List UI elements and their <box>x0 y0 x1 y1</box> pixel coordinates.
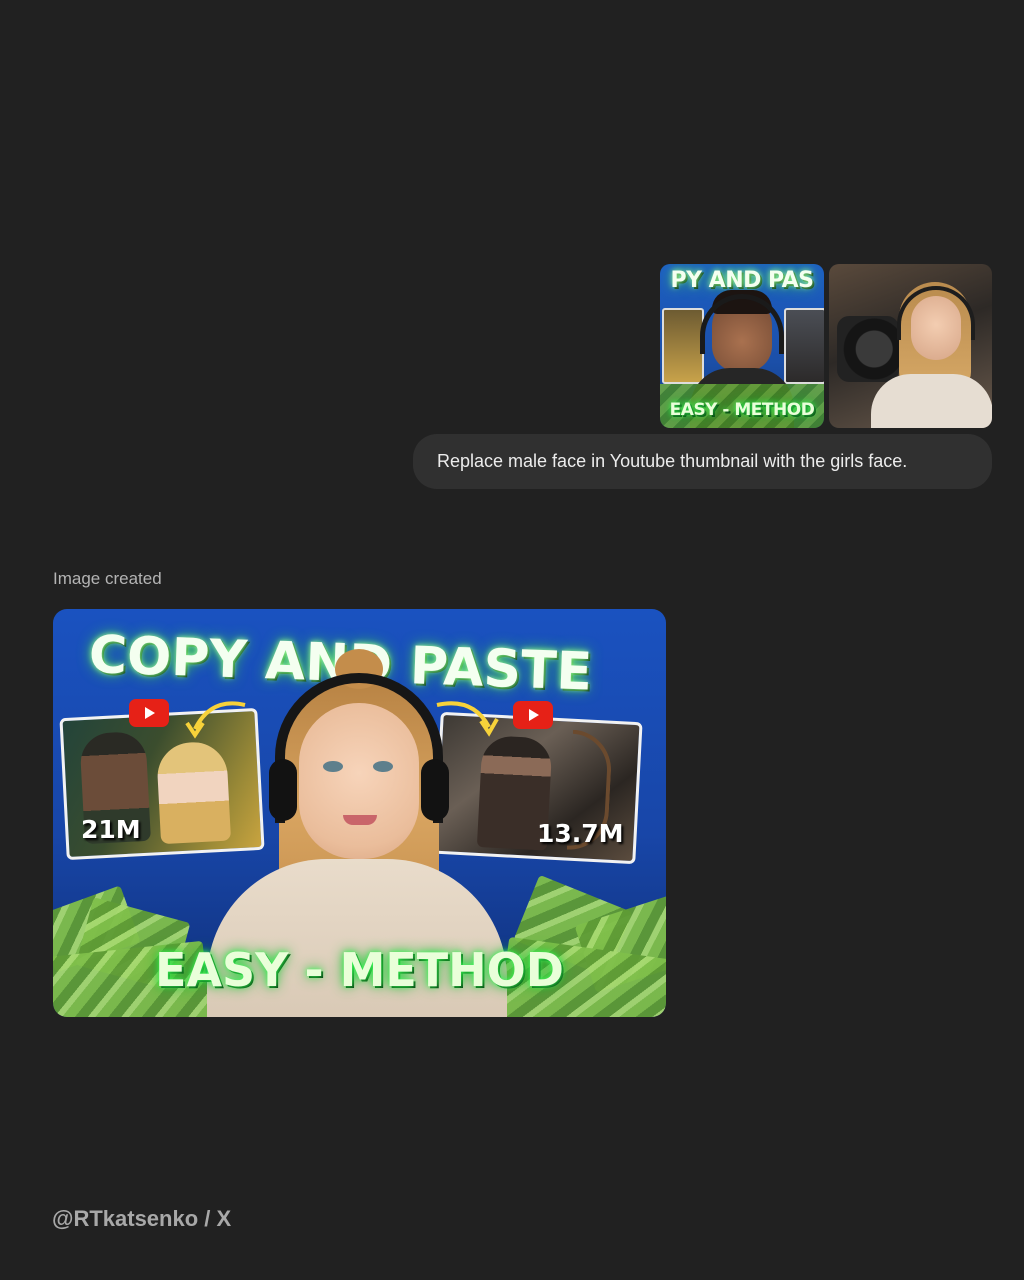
girl-sweater <box>871 374 992 428</box>
left-view-count: 21M <box>81 815 141 844</box>
user-message-text: Replace male face in Youtube thumbnail w… <box>437 451 908 471</box>
generated-image[interactable]: COPY AND PASTE 21M 13.7M EASY - METHOD <box>53 609 666 1017</box>
camera-shape <box>837 316 899 382</box>
arrow-curve-icon <box>185 701 246 739</box>
attachment-thumbnail[interactable]: PY AND PAS EASY - METHOD <box>660 264 824 428</box>
attachment-girl-photo[interactable] <box>829 264 992 428</box>
youtube-play-icon <box>129 699 169 727</box>
right-view-count: 13.7M <box>537 819 624 848</box>
thumbnail-bottom-text: EASY - METHOD <box>155 943 564 997</box>
thumb-inset-left <box>662 308 704 384</box>
youtube-play-icon <box>513 701 553 729</box>
attachment-thumbnail-bottom-text: EASY - METHOD <box>669 400 815 420</box>
woman-figure <box>155 740 232 845</box>
image-created-label: Image created <box>53 569 162 588</box>
headphone-cup-left <box>269 759 297 821</box>
thumb-inset-right <box>784 308 824 384</box>
arrow-curve-icon <box>436 701 499 737</box>
user-message-bubble: Replace male face in Youtube thumbnail w… <box>413 434 992 489</box>
headphone-cup-right <box>421 759 449 821</box>
author-credit: @RTkatsenko / X <box>52 1206 232 1231</box>
